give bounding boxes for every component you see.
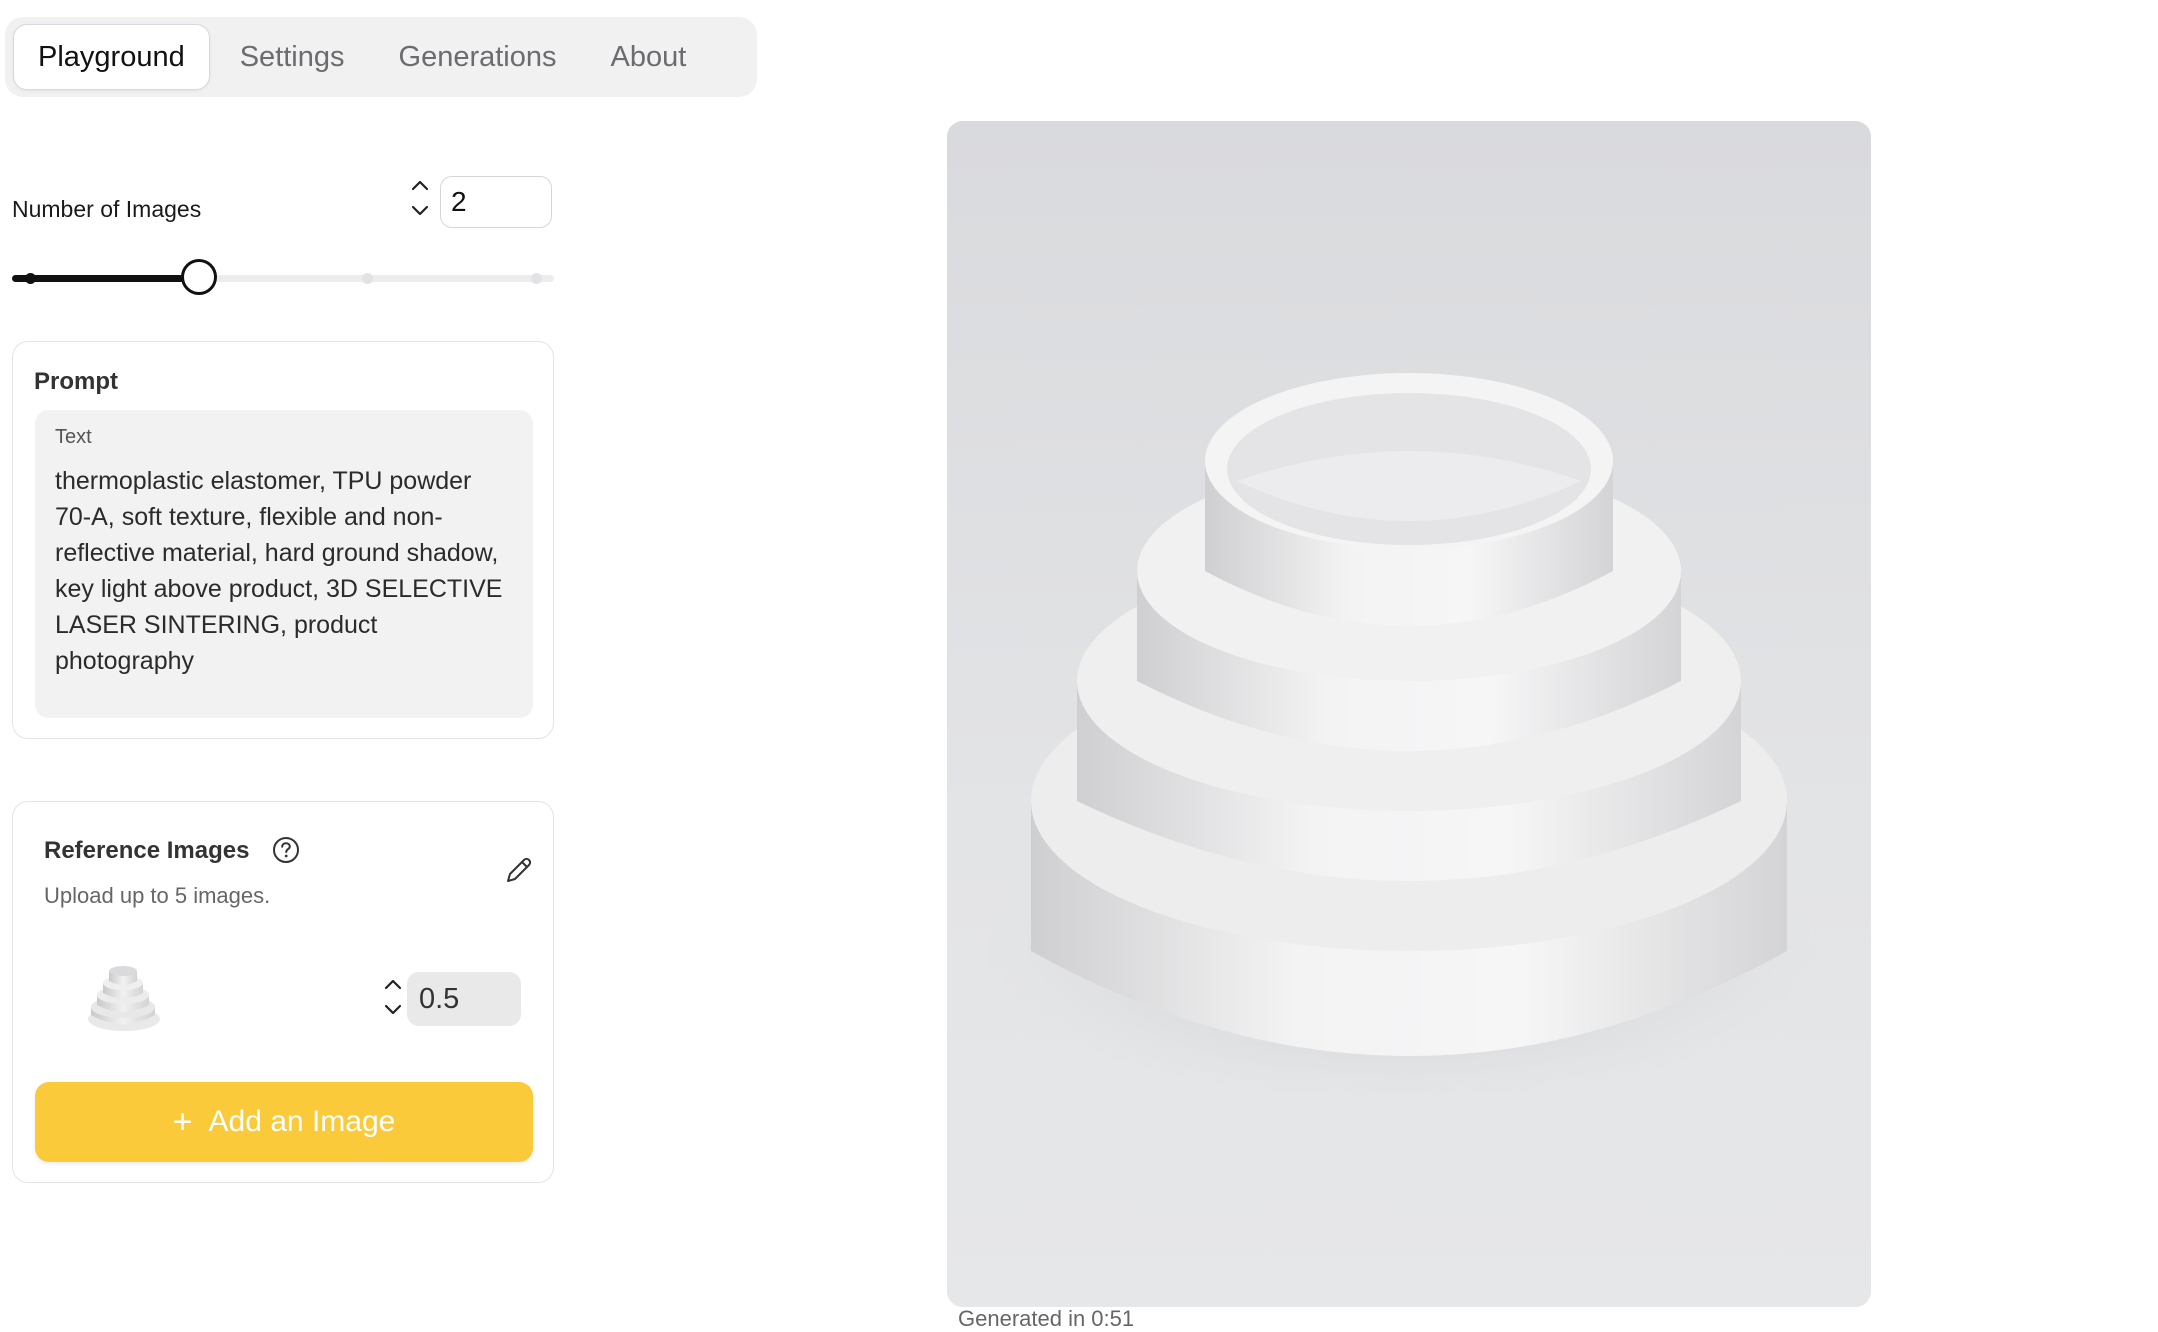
slider-fill	[12, 275, 199, 282]
prompt-textarea[interactable]: Text thermoplastic elastomer, TPU powder…	[35, 410, 533, 718]
plus-icon: +	[172, 1102, 193, 1141]
number-of-images-stepper[interactable]	[409, 178, 431, 218]
reference-weight-stepper[interactable]	[382, 977, 404, 1017]
reference-image-thumbnail[interactable]	[83, 957, 163, 1037]
generation-time-caption: Generated in 0:51	[958, 1306, 1135, 1331]
number-of-images-input[interactable]: 2	[440, 176, 552, 228]
prompt-text[interactable]: thermoplastic elastomer, TPU powder 70-A…	[55, 463, 513, 679]
tab-about[interactable]: About	[587, 25, 711, 89]
prompt-title: Prompt	[34, 368, 118, 395]
number-of-images-label: Number of Images	[12, 196, 202, 222]
question-circle-icon[interactable]	[271, 835, 301, 865]
prompt-field-label: Text	[55, 426, 92, 448]
chevron-down-icon[interactable]	[410, 204, 430, 218]
slider-tick	[531, 273, 542, 284]
reference-images-title: Reference Images	[44, 837, 250, 864]
number-of-images-slider[interactable]	[12, 259, 554, 296]
tab-generations[interactable]: Generations	[375, 25, 581, 89]
prompt-card: Prompt Text thermoplastic elastomer, TPU…	[12, 341, 554, 739]
generated-product-image	[947, 121, 1871, 1307]
chevron-up-icon[interactable]	[410, 178, 430, 192]
reference-images-card: Reference Images Upload up to 5 images. …	[12, 801, 554, 1183]
generated-image[interactable]	[947, 121, 1871, 1307]
reference-images-subtitle: Upload up to 5 images.	[44, 883, 271, 908]
slider-thumb[interactable]	[180, 259, 217, 295]
slider-tick	[25, 273, 36, 284]
add-image-button[interactable]: + Add an Image	[35, 1082, 533, 1162]
tab-playground[interactable]: Playground	[13, 24, 210, 90]
tab-settings[interactable]: Settings	[216, 25, 369, 89]
pencil-icon[interactable]	[503, 854, 535, 886]
add-image-label: Add an Image	[208, 1105, 396, 1138]
reference-weight-input[interactable]: 0.5	[407, 972, 521, 1026]
tab-bar: Playground Settings Generations About	[5, 17, 757, 97]
chevron-up-icon[interactable]	[383, 977, 403, 991]
slider-tick	[362, 273, 374, 284]
chevron-down-icon[interactable]	[383, 1003, 403, 1017]
